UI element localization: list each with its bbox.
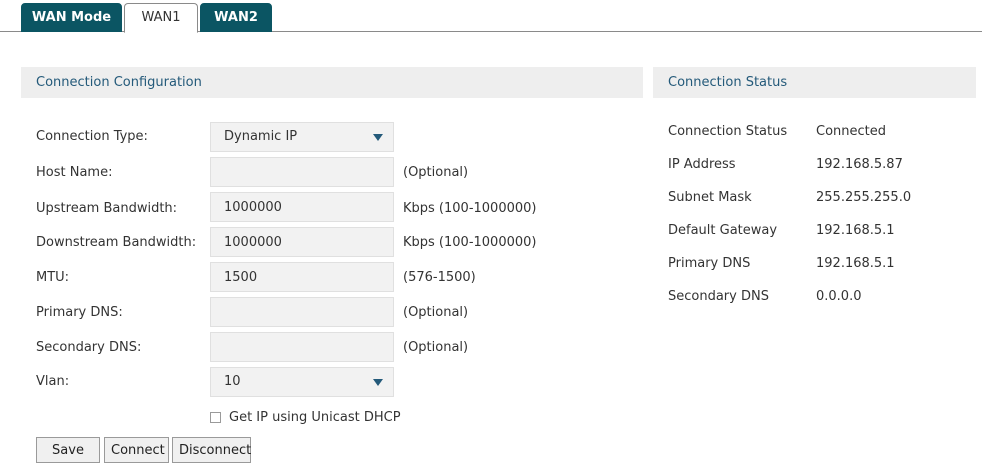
downstream-bandwidth-hint: Kbps (100-1000000) [403,235,537,250]
connect-button[interactable]: Connect [104,437,169,463]
status-value-primary-dns: 192.168.5.1 [816,256,895,271]
mtu-label: MTU: [36,270,70,285]
disconnect-button[interactable]: Disconnect [172,437,251,463]
downstream-bandwidth-input[interactable] [210,227,394,257]
unicast-dhcp-checkbox[interactable] [210,411,221,423]
tab-wan2[interactable]: WAN2 [200,3,272,32]
vlan-value: 10 [224,374,241,389]
status-value-connection: Connected [816,124,887,139]
dropdown-caret-icon [373,134,383,141]
connection-type-select[interactable]: Dynamic IP [210,122,394,152]
status-value-ip-address: 192.168.5.87 [816,157,903,172]
connection-status-header: Connection Status [653,67,976,98]
downstream-bandwidth-label: Downstream Bandwidth: [36,235,197,250]
tab-bar: WAN Mode WAN1 WAN2 [0,0,982,33]
mtu-hint: (576-1500) [403,270,476,285]
primary-dns-hint: (Optional) [403,305,469,320]
connection-type-label: Connection Type: [36,129,148,144]
status-value-default-gateway: 192.168.5.1 [816,223,895,238]
upstream-bandwidth-input[interactable] [210,192,394,222]
host-name-label: Host Name: [36,165,113,180]
status-label-default-gateway: Default Gateway [668,223,778,238]
primary-dns-label: Primary DNS: [36,305,123,320]
host-name-input[interactable] [210,157,394,187]
upstream-bandwidth-label: Upstream Bandwidth: [36,201,178,216]
tab-wan-mode[interactable]: WAN Mode [21,3,122,32]
status-label-connection: Connection Status [668,124,788,139]
vlan-label: Vlan: [36,374,70,389]
tab-wan1[interactable]: WAN1 [124,3,198,33]
primary-dns-input[interactable] [210,297,394,327]
vlan-select[interactable]: 10 [210,367,394,397]
secondary-dns-input[interactable] [210,332,394,362]
save-button[interactable]: Save [36,437,100,463]
upstream-bandwidth-hint: Kbps (100-1000000) [403,201,537,216]
secondary-dns-hint: (Optional) [403,340,469,355]
host-name-hint: (Optional) [403,165,469,180]
status-label-primary-dns: Primary DNS [668,256,751,271]
status-label-ip-address: IP Address [668,157,736,172]
status-value-subnet-mask: 255.255.255.0 [816,190,912,205]
connection-type-value: Dynamic IP [224,129,298,144]
unicast-dhcp-label[interactable]: Get IP using Unicast DHCP [229,410,401,425]
status-value-secondary-dns: 0.0.0.0 [816,289,862,304]
status-label-secondary-dns: Secondary DNS [668,289,769,304]
mtu-input[interactable] [210,262,394,292]
dropdown-caret-icon [373,379,383,386]
unicast-dhcp-row: Get IP using Unicast DHCP [210,408,401,426]
connection-configuration-header: Connection Configuration [21,67,643,98]
secondary-dns-label: Secondary DNS: [36,340,142,355]
status-label-subnet-mask: Subnet Mask [668,190,752,205]
